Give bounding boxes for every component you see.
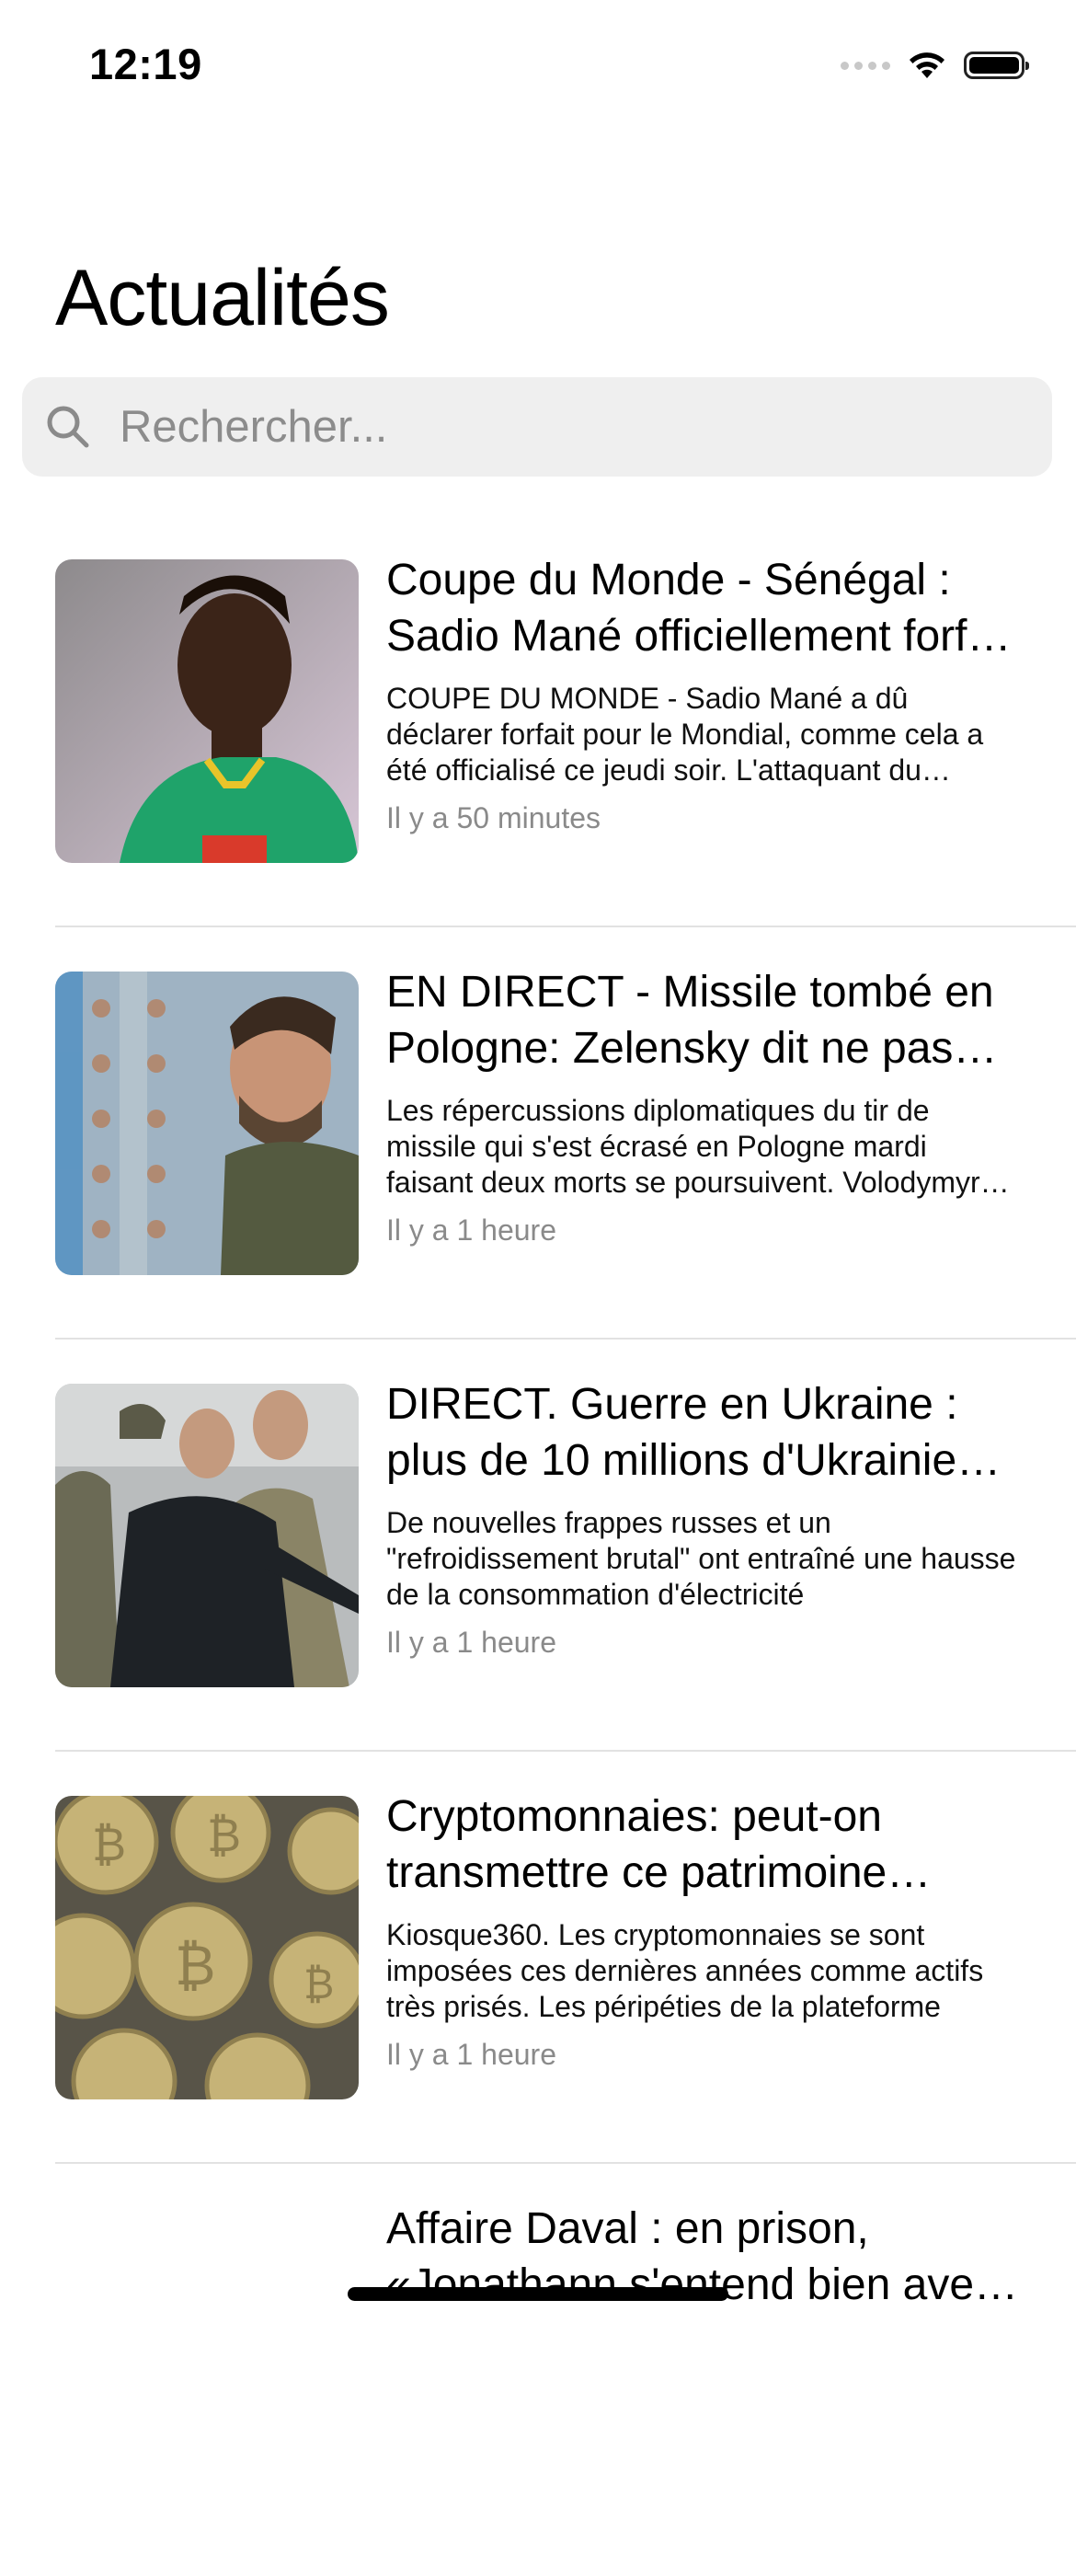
news-summary: Kiosque360. Les cryptomonnaies se sont i… <box>386 1918 984 2023</box>
news-list: Coupe du Monde - Sénégal : Sadio Mané of… <box>0 515 1076 2576</box>
bitcoin-coins-photo: ₿ ₿ ₿ ₿ <box>55 1796 359 2099</box>
search-bar[interactable] <box>22 377 1052 477</box>
news-time: Il y a 1 heure <box>386 1213 556 1247</box>
news-time: Il y a 1 heure <box>386 2038 556 2071</box>
status-bar: 12:19 <box>0 0 1076 138</box>
news-title: DIRECT. Guerre en Ukraine : plus de 10 m… <box>386 1380 1003 1485</box>
home-indicator[interactable] <box>348 2287 728 2301</box>
news-time: Il y a 1 heure <box>386 1626 556 1659</box>
page-title: Actualités <box>55 254 390 342</box>
news-item[interactable]: ₿ ₿ ₿ ₿ Cryptomonnaies: peut-on transmet… <box>0 1752 1076 2164</box>
battery-icon <box>964 52 1029 79</box>
status-icons <box>841 50 1029 81</box>
news-text: EN DIRECT - Missile tombé en Pologne: Ze… <box>386 964 1021 1248</box>
wifi-icon <box>910 52 944 78</box>
svg-text:₿: ₿ <box>92 1818 126 1871</box>
news-text: Cryptomonnaies: peut-on transmettre ce p… <box>386 1788 1021 2072</box>
news-time: Il y a 50 minutes <box>386 801 601 834</box>
news-title: Cryptomonnaies: peut-on transmettre ce p… <box>386 1792 887 1897</box>
news-summary: De nouvelles frappes russes et un "refro… <box>386 1506 1016 1611</box>
svg-text:₿: ₿ <box>175 1934 215 1998</box>
news-summary: COUPE DU MONDE - Sadio Mané a dû déclare… <box>386 682 984 787</box>
news-summary: Les répercussions diplomatiques du tir d… <box>386 1094 980 1199</box>
news-text: Coupe du Monde - Sénégal : Sadio Mané of… <box>386 552 1021 835</box>
news-title: EN DIRECT - Missile tombé en Pologne: Ze… <box>386 968 994 1073</box>
news-title: Coupe du Monde - Sénégal : Sadio Mané of… <box>386 556 1014 661</box>
news-text: DIRECT. Guerre en Ukraine : plus de 10 m… <box>386 1376 1021 1660</box>
status-time: 12:19 <box>89 40 202 88</box>
football-player-photo <box>55 559 359 863</box>
news-item[interactable]: Coupe du Monde - Sénégal : Sadio Mané of… <box>0 515 1076 927</box>
news-item[interactable]: Affaire Daval : en prison, «Jonathann s'… <box>0 2164 1076 2576</box>
search-input[interactable] <box>118 400 995 454</box>
search-icon <box>40 399 96 454</box>
news-item[interactable]: DIRECT. Guerre en Ukraine : plus de 10 m… <box>0 1340 1076 1752</box>
zelensky-soldiers-photo <box>55 1384 359 1687</box>
svg-text:₿: ₿ <box>303 1960 334 2008</box>
zelensky-profile-photo <box>55 972 359 1275</box>
cellular-signal-icon <box>841 61 890 70</box>
svg-text:₿: ₿ <box>207 1809 241 1862</box>
news-item[interactable]: EN DIRECT - Missile tombé en Pologne: Ze… <box>0 927 1076 1340</box>
